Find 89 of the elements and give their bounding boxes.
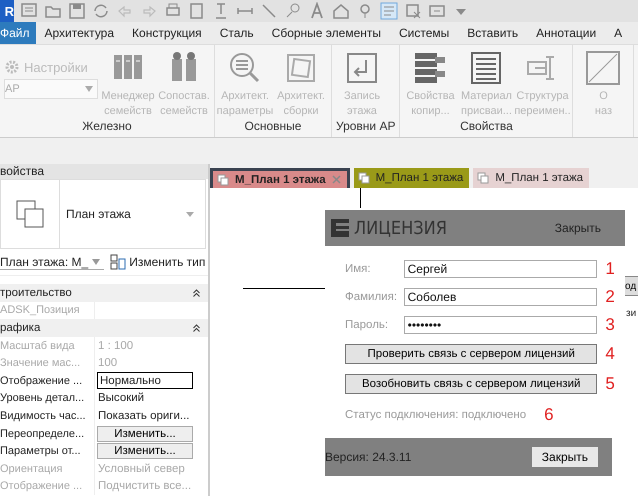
instance-selector[interactable]: План этажа: М_ — [0, 254, 104, 270]
floor-plan-icon — [217, 174, 229, 186]
step-number: 5 — [605, 375, 616, 393]
ribbon-tab[interactable]: Вставить — [458, 22, 528, 44]
window-icon[interactable] — [20, 2, 38, 20]
background-button[interactable]: од — [624, 276, 638, 296]
property-value: Условный север — [98, 462, 185, 475]
step-number: 1 — [605, 260, 616, 278]
input-field[interactable]: Соболев — [404, 288, 598, 306]
field-label: Фамилия: — [345, 291, 398, 303]
close-window-icon[interactable] — [404, 2, 422, 20]
dropdown-arrow-icon[interactable] — [185, 210, 195, 218]
edit-button[interactable]: Изменить... — [97, 443, 193, 460]
app-logo[interactable]: R — [0, 0, 14, 22]
dropdown-arrow-icon[interactable] — [92, 258, 100, 264]
view-tab[interactable]: М_План 1 этажа — [354, 168, 470, 188]
edit-type-icon — [110, 254, 126, 270]
version-text: Версия: 24.3.11 — [325, 450, 412, 464]
stacked-bars-icon — [413, 51, 448, 85]
connection-status: Статус подключения: подключено — [345, 409, 526, 421]
property-name: Отображение ... — [0, 480, 82, 492]
ribbon-tab[interactable]: Конструкция — [123, 22, 211, 44]
square-frame-icon — [284, 51, 318, 85]
list-icon[interactable] — [380, 2, 398, 20]
edit-type-button[interactable]: Изменить тип — [110, 254, 206, 270]
step-number: 3 — [605, 316, 616, 334]
step-number: 6 — [544, 406, 555, 424]
property-name: Ориентация — [0, 462, 62, 475]
ribbon-tab[interactable]: Файл — [0, 22, 36, 44]
section-header[interactable]: рафика — [0, 322, 40, 334]
panel-title: Железно — [81, 119, 133, 135]
dialog-title: ЛИЦЕНЗИЯ — [354, 218, 448, 238]
type-name: План этажа — [65, 207, 132, 221]
panel-header: войства — [0, 164, 208, 179]
panel-title: Основные — [244, 119, 302, 135]
step-number: 2 — [605, 288, 616, 306]
property-name: Параметры от... — [0, 445, 81, 458]
floor-plan-icon — [15, 199, 45, 229]
panel-title: Свойства — [459, 119, 514, 135]
property-value: Высокий — [98, 392, 144, 404]
property-value: 100 — [98, 357, 118, 370]
property-name: Видимость час... — [0, 410, 86, 422]
step-number: 4 — [605, 345, 616, 363]
list-icon — [469, 51, 504, 85]
view-tab[interactable]: М_План 1 этажа — [473, 168, 590, 188]
property-name: Уровень детал... — [0, 392, 84, 404]
drawing-line — [360, 188, 361, 208]
ribbon-tab[interactable]: Сборные элементы — [262, 22, 390, 44]
property-name: Значение мас... — [0, 357, 80, 370]
document-icon[interactable] — [188, 2, 206, 20]
property-field[interactable]: Нормально — [97, 372, 193, 390]
floor-plan-icon — [358, 172, 370, 184]
property-name: ADSK_Позиция — [0, 304, 80, 316]
diagonal-line-icon[interactable] — [260, 2, 278, 20]
password-field[interactable]: •••••••• — [404, 316, 598, 334]
panel-icon — [586, 51, 620, 85]
field-label: Пароль: — [345, 319, 390, 331]
magnifier-icon — [228, 51, 262, 85]
ribbon-tab[interactable]: Архитектура — [36, 22, 124, 44]
sync-icon[interactable] — [92, 2, 110, 20]
floor-plan-icon — [477, 172, 490, 184]
close-button[interactable]: Закрыть — [532, 447, 598, 467]
dialog-button[interactable]: Возобновить связь с сервером лицензий — [345, 374, 598, 394]
background-text: зи — [626, 308, 636, 319]
property-value: 1 : 100 — [98, 340, 134, 352]
ribbon-tab[interactable]: Сталь — [210, 22, 263, 44]
view-tab[interactable]: М_План 1 этажа — [210, 168, 350, 188]
property-name: Переопределе... — [0, 428, 84, 440]
close-link[interactable]: Закрыть — [554, 221, 601, 235]
input-field[interactable]: Сергей — [404, 260, 598, 278]
ribbon-tab[interactable]: А — [605, 22, 632, 44]
property-name: Масштаб вида — [0, 340, 75, 352]
field-label: Имя: — [345, 263, 372, 275]
license-logo-icon — [331, 219, 349, 237]
ribbon-tab[interactable]: Системы — [390, 22, 458, 44]
close-icon[interactable] — [332, 175, 341, 184]
ribbon-tab[interactable]: Аннотации — [527, 22, 606, 44]
home-icon[interactable] — [332, 2, 350, 20]
property-value: Показать ориги... — [98, 410, 190, 422]
collapse-icon[interactable] — [193, 288, 200, 297]
collapse-icon[interactable] — [193, 324, 200, 332]
arrow-box-icon — [345, 51, 379, 85]
edit-button[interactable]: Изменить... — [97, 426, 193, 442]
property-name: Отображение ... — [0, 374, 82, 387]
property-value: Подчистить все... — [98, 480, 192, 492]
dialog-button[interactable]: Проверить связь с сервером лицензий — [345, 344, 598, 364]
settings-icon — [4, 59, 20, 75]
save-icon[interactable] — [68, 2, 86, 20]
panel-title: Уровни АР — [336, 119, 396, 135]
